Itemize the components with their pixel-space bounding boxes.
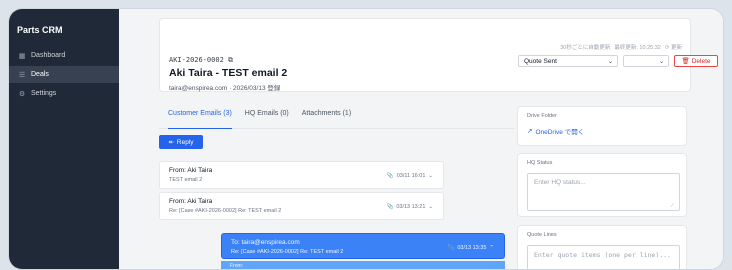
gear-icon: ⚙ xyxy=(18,90,26,98)
email-time: 📎 03/13 13:21 ⌄ xyxy=(386,204,433,210)
chevron-down-icon: ⌄ xyxy=(607,58,613,65)
sidebar-item-settings[interactable]: ⚙ Settings xyxy=(9,85,119,102)
list-icon: ☰ xyxy=(18,71,26,79)
onedrive-link-text: OneDrive で開く xyxy=(535,129,585,136)
hq-status-input[interactable]: Enter HQ status... xyxy=(527,173,680,211)
reply-icon: ↞ xyxy=(168,139,174,146)
resize-handle-icon[interactable]: ⟋ xyxy=(670,203,674,209)
email-time-text: 03/13 13:21 xyxy=(396,204,426,210)
email-subject: Re: [Case #AKI-2026-0002] Re: TEST email… xyxy=(231,249,344,255)
email-item[interactable]: From: Aki Taira TEST email 2 📎 03/11 16:… xyxy=(159,161,444,189)
chevron-down-icon[interactable]: ⌄ xyxy=(428,173,433,179)
drive-folder-card: Drive Folder ↗ OneDrive で開く xyxy=(517,106,687,146)
sidebar-item-deals[interactable]: ☰ Deals xyxy=(9,66,119,83)
reply-label: Reply xyxy=(176,138,194,146)
email-time-text: 03/11 16:01 xyxy=(396,173,426,179)
email-time-text: 03/13 13:35 xyxy=(457,245,487,251)
email-time: 📎 03/13 13:35 ⌃ xyxy=(447,245,494,251)
sidebar-item-label: Settings xyxy=(31,90,57,97)
tab-hq-emails[interactable]: HQ Emails (0) xyxy=(245,107,289,128)
quote-lines-label: Quote Lines xyxy=(527,232,557,238)
paperclip-icon: 📎 xyxy=(447,245,455,251)
email-subject: TEST email 2 xyxy=(169,177,203,183)
refresh-status: 30秒ごとに自動更新 最終更新: 10:25:32 ⟳ 更新 xyxy=(560,43,682,51)
copy-icon[interactable]: ⧉ xyxy=(228,56,233,64)
quote-lines-card: Quote Lines Enter quote items (one per l… xyxy=(517,225,687,269)
hq-status-card: HQ Status Enter HQ status... ⟋ xyxy=(517,153,687,217)
sidebar-item-dashboard[interactable]: ▦ Dashboard xyxy=(9,47,119,64)
tab-attachments[interactable]: Attachments (1) xyxy=(302,107,351,128)
auto-refresh-note: 30秒ごとに自動更新 xyxy=(560,45,611,51)
email-time: 📎 03/11 16:01 ⌄ xyxy=(387,173,433,179)
chevron-down-icon: ⌄ xyxy=(658,58,664,65)
paperclip-icon: 📎 xyxy=(386,204,394,210)
status-select[interactable]: Quote Sent ⌄ xyxy=(518,55,618,67)
main-content: 30秒ごとに自動更新 最終更新: 10:25:32 ⟳ 更新 AKI-2026-… xyxy=(119,9,723,269)
sidebar: Parts CRM ▦ Dashboard ☰ Deals ⚙ Settings xyxy=(9,9,119,269)
deal-header-card: 30秒ごとに自動更新 最終更新: 10:25:32 ⟳ 更新 AKI-2026-… xyxy=(159,18,718,92)
email-from: From: Aki Taira xyxy=(169,198,213,205)
trash-icon: 🗑 xyxy=(681,58,690,65)
refresh-button[interactable]: ⟳ 更新 xyxy=(665,43,682,51)
status-value: Quote Sent xyxy=(524,57,557,65)
substatus-select[interactable]: ⌄ xyxy=(623,55,669,67)
case-id-text: AKI-2026-0002 xyxy=(169,56,224,64)
paperclip-icon: 📎 xyxy=(386,173,394,179)
brand-title: Parts CRM xyxy=(17,25,63,35)
last-updated: 最終更新: 10:25:32 xyxy=(614,45,661,51)
email-subject: Re: [Case #AKI-2026-0002] Re: TEST email… xyxy=(169,208,282,214)
tab-customer-emails[interactable]: Customer Emails (3) xyxy=(168,107,232,129)
page-title: Aki Taira - TEST email 2 xyxy=(169,67,288,79)
email-tabs: Customer Emails (3) HQ Emails (0) Attach… xyxy=(159,107,515,129)
hq-status-label: HQ Status xyxy=(527,160,553,166)
email-item[interactable]: From: Aki Taira Re: [Case #AKI-2026-0002… xyxy=(159,192,444,220)
case-meta: taira@enspirea.com · 2026/03/13 登録 xyxy=(169,85,281,92)
refresh-icon: ⟳ xyxy=(664,45,670,51)
quote-lines-input[interactable]: Enter quote items (one per line)... xyxy=(527,245,680,269)
email-item-expanded[interactable]: To: taira@enspirea.com Re: [Case #AKI-20… xyxy=(221,233,505,259)
sidebar-item-label: Deals xyxy=(31,71,49,78)
email-body-preview: From: xyxy=(221,261,505,269)
external-link-icon: ↗ xyxy=(527,128,533,135)
refresh-label: 更新 xyxy=(670,45,682,51)
email-from: From: Aki Taira xyxy=(169,167,213,174)
dashboard-icon: ▦ xyxy=(18,52,26,60)
delete-label: Delete xyxy=(691,57,711,65)
chevron-up-icon[interactable]: ⌃ xyxy=(489,245,494,251)
chevron-down-icon[interactable]: ⌄ xyxy=(428,204,433,210)
delete-button[interactable]: 🗑 Delete xyxy=(674,55,718,67)
reply-button[interactable]: ↞ Reply xyxy=(159,135,203,149)
email-to: To: taira@enspirea.com xyxy=(231,239,300,246)
case-id: AKI-2026-0002 ⧉ xyxy=(169,56,233,65)
onedrive-link[interactable]: ↗ OneDrive で開く xyxy=(527,126,584,136)
drive-folder-label: Drive Folder xyxy=(527,113,557,119)
app-window: Parts CRM ▦ Dashboard ☰ Deals ⚙ Settings… xyxy=(8,8,724,270)
sidebar-item-label: Dashboard xyxy=(31,52,66,59)
